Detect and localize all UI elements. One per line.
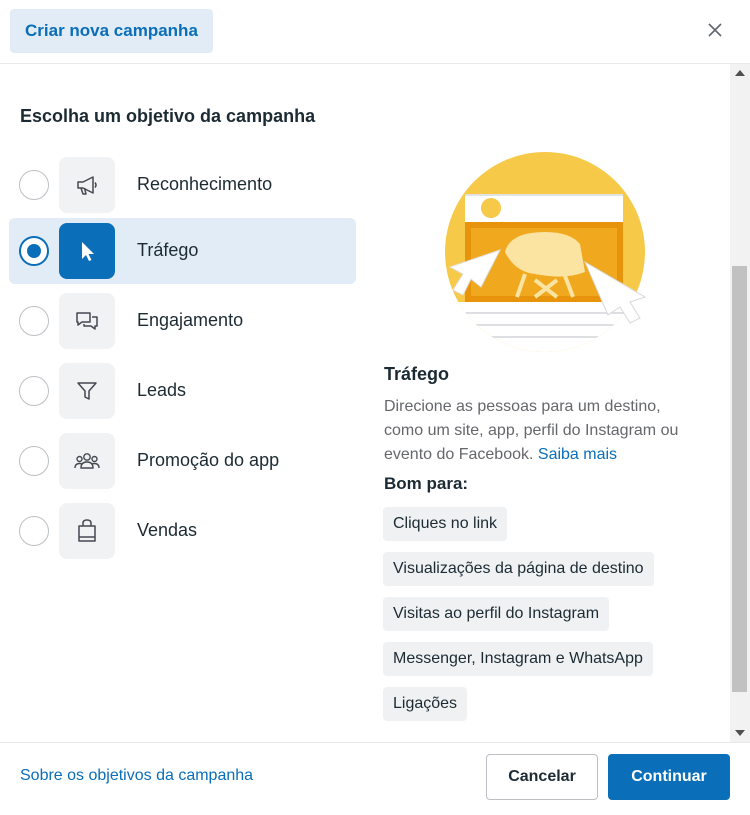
detail-title: Tráfego xyxy=(384,364,450,384)
good-for-tag: Messenger, Instagram e WhatsApp xyxy=(383,642,653,676)
objective-icon-tile xyxy=(59,433,115,489)
modal-body: Escolha um objetivo da campanha Reconhec… xyxy=(0,64,730,742)
campaign-objectives-link[interactable]: Sobre os objetivos da campanha xyxy=(20,767,253,785)
section-title: Escolha um objetivo da campanha xyxy=(20,106,316,126)
scrollbar-thumb[interactable] xyxy=(732,266,747,692)
traffic-illustration xyxy=(445,152,647,352)
radio-button[interactable] xyxy=(19,446,49,476)
objective-icon-tile xyxy=(59,293,115,349)
detail-description: Direcione as pessoas para um destino, co… xyxy=(384,395,704,467)
close-button[interactable] xyxy=(700,12,730,48)
objective-label: Tráfego xyxy=(137,240,199,260)
learn-more-link[interactable]: Saiba mais xyxy=(538,446,617,463)
objective-icon-tile xyxy=(59,503,115,559)
objective-option-vendas[interactable]: Vendas xyxy=(9,498,356,564)
chat-bubbles-icon xyxy=(76,312,98,330)
scroll-down-arrow-icon[interactable] xyxy=(735,730,745,736)
good-for-tag: Ligações xyxy=(383,687,468,721)
good-for-tag: Cliques no link xyxy=(383,507,508,541)
header-title-tab[interactable]: Criar nova campanha xyxy=(10,9,213,53)
radio-button[interactable] xyxy=(19,376,49,406)
objective-icon-tile xyxy=(59,363,115,419)
objective-label: Engajamento xyxy=(137,310,244,330)
filter-icon xyxy=(77,382,97,400)
modal-header: Criar nova campanha xyxy=(0,0,750,64)
objective-option-reconhecimento[interactable]: Reconhecimento xyxy=(9,152,356,218)
objective-label: Leads xyxy=(137,380,187,400)
radio-button[interactable] xyxy=(19,306,49,336)
scroll-up-arrow-icon[interactable] xyxy=(735,70,745,76)
detail-description-text: Direcione as pessoas para um destino, co… xyxy=(384,398,679,463)
modal-footer: Sobre os objetivos da campanha Cancelar … xyxy=(0,742,750,815)
people-icon xyxy=(74,453,100,469)
good-for-tag: Visitas ao perfil do Instagram xyxy=(383,597,610,631)
objective-label: Promoção do app xyxy=(137,450,280,470)
megaphone-icon xyxy=(77,176,97,195)
cursor-icon xyxy=(82,242,94,261)
objective-option-trafego[interactable]: Tráfego xyxy=(9,218,356,284)
radio-button[interactable] xyxy=(19,170,49,200)
radio-button-checked[interactable] xyxy=(19,236,49,266)
radio-button[interactable] xyxy=(19,516,49,546)
continue-button[interactable]: Continuar xyxy=(608,754,730,800)
close-icon xyxy=(708,23,722,37)
objective-option-engajamento[interactable]: Engajamento xyxy=(9,288,356,354)
objective-option-leads[interactable]: Leads xyxy=(9,358,356,424)
objective-label: Reconhecimento xyxy=(137,174,273,194)
objective-option-promocao-app[interactable]: Promoção do app xyxy=(9,428,356,494)
objective-icon-tile xyxy=(59,157,115,213)
objective-icon-tile xyxy=(59,223,115,279)
good-for-tag: Visualizações da página de destino xyxy=(383,552,654,586)
good-for-label: Bom para: xyxy=(384,474,469,493)
vertical-scrollbar[interactable] xyxy=(730,64,750,742)
cancel-button[interactable]: Cancelar xyxy=(486,754,598,800)
shopping-bag-icon xyxy=(78,519,96,542)
objective-label: Vendas xyxy=(137,520,198,540)
